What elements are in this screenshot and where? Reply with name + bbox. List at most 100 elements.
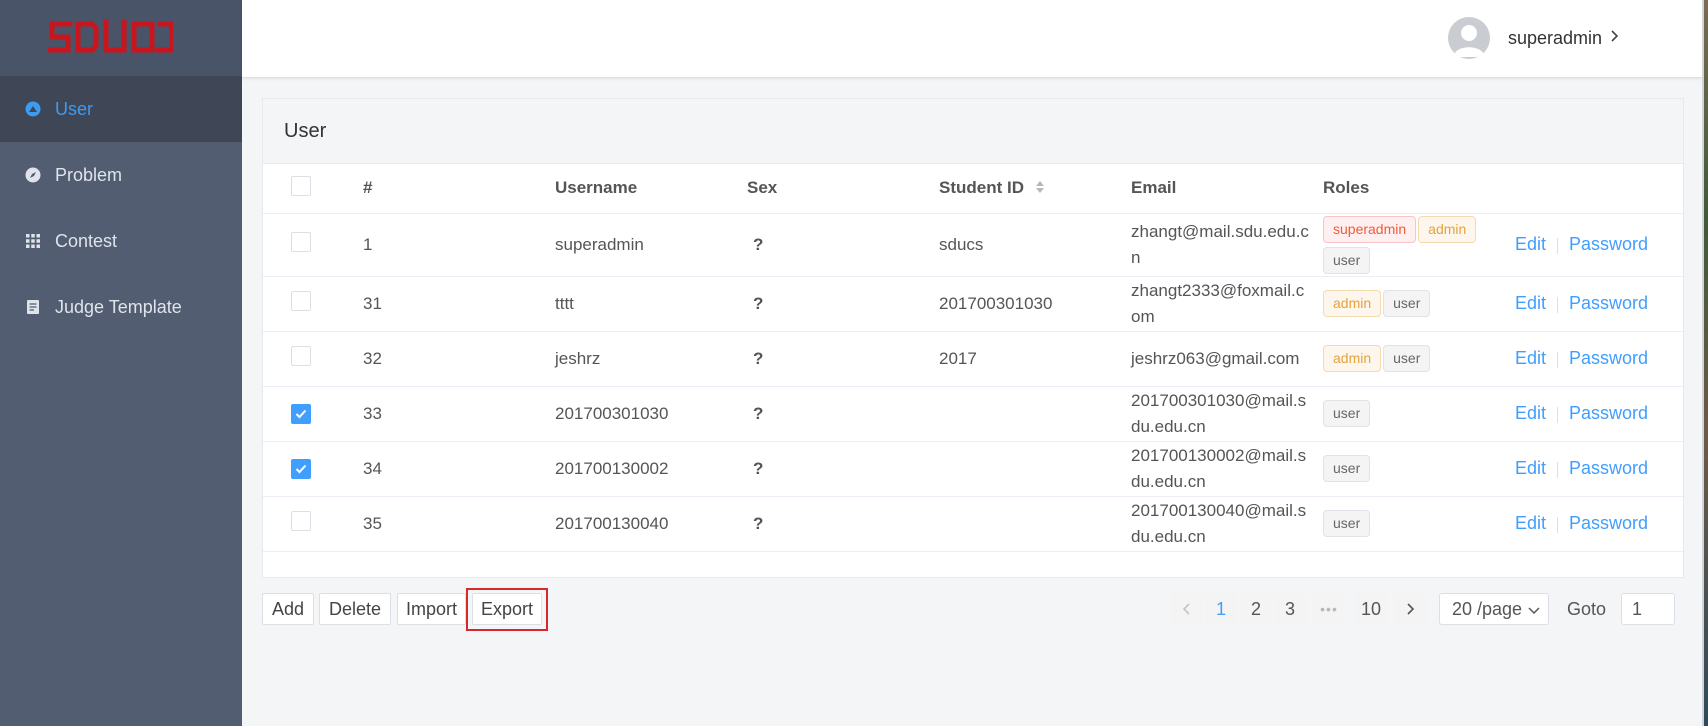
- table-row: 35 201700130040? 201700130040@mail.sdu.edu…: [263, 496, 1685, 552]
- sduoj-logo[interactable]: [48, 18, 173, 56]
- select-all-cell: [263, 164, 363, 214]
- cell-student-id: [939, 386, 1131, 442]
- action-divider: [1557, 296, 1559, 313]
- cell-student-id: [939, 496, 1131, 552]
- edit-link[interactable]: Edit: [1515, 348, 1546, 368]
- row-checkbox[interactable]: [291, 291, 311, 311]
- sidebar: User Problem Contest Judge Template: [0, 0, 242, 726]
- chevron-left-icon: [1182, 603, 1190, 615]
- role-tag-user: user: [1323, 246, 1371, 274]
- action-divider: [1557, 516, 1559, 533]
- cell-sex: ?: [747, 386, 939, 442]
- sidebar-item-contest[interactable]: Contest: [0, 208, 242, 274]
- sidebar-item-problem[interactable]: Problem: [0, 142, 242, 208]
- cell-student-id: 201700301030: [939, 276, 1131, 332]
- cell-index: 33: [363, 386, 555, 442]
- password-link[interactable]: Password: [1569, 234, 1648, 254]
- page-2-button[interactable]: 2: [1240, 593, 1272, 625]
- table-row: 1 superadmin? sducs zhangt@mail.sdu.edu.cn s…: [263, 213, 1685, 277]
- prev-page-button[interactable]: [1171, 593, 1203, 625]
- cell-roles: admin user: [1323, 276, 1515, 332]
- edit-link[interactable]: Edit: [1515, 293, 1546, 313]
- cell-index: 32: [363, 331, 555, 387]
- chevron-down-icon: [1528, 599, 1540, 620]
- table-row: 31 tttt? 201700301030 zhangt2333@foxmail.co…: [263, 276, 1685, 332]
- cell-username: 201700130040: [555, 496, 747, 552]
- cell-username: 201700130002: [555, 441, 747, 497]
- edit-link[interactable]: Edit: [1515, 513, 1546, 533]
- cell-sex: ?: [747, 276, 939, 332]
- cell-roles: user: [1323, 441, 1515, 497]
- sort-icon[interactable]: [1035, 179, 1045, 199]
- sidebar-item-label: Problem: [55, 164, 123, 185]
- role-tag-user: user: [1383, 290, 1431, 317]
- edit-link[interactable]: Edit: [1515, 234, 1546, 254]
- password-link[interactable]: Password: [1569, 293, 1648, 313]
- row-checkbox[interactable]: [291, 346, 311, 366]
- sidebar-item-label: Contest: [55, 230, 118, 251]
- user-menu[interactable]: superadmin: [1448, 17, 1620, 59]
- role-tag-user: user: [1323, 400, 1371, 427]
- row-checkbox-checked[interactable]: [291, 458, 311, 479]
- select-all-checkbox[interactable]: [291, 175, 311, 196]
- next-page-button[interactable]: [1394, 593, 1426, 625]
- column-header-index: #: [363, 164, 555, 214]
- table-header-row: # Username Sex Student ID Email Roles: [263, 164, 1685, 214]
- sidebar-item-judge-template[interactable]: Judge Template: [0, 274, 242, 340]
- cell-sex: ?: [747, 496, 939, 552]
- password-link[interactable]: Password: [1569, 348, 1648, 368]
- sidebar-item-user[interactable]: User: [0, 76, 242, 142]
- cell-sex: ?: [747, 213, 939, 277]
- row-checkbox-checked[interactable]: [291, 403, 311, 424]
- cell-email: 201700130040@mail.sdu.edu.cn: [1131, 496, 1323, 552]
- import-button[interactable]: Import: [397, 593, 466, 625]
- role-tag-user: user: [1323, 510, 1371, 537]
- export-button[interactable]: Export: [472, 593, 542, 625]
- column-header-email: Email: [1131, 164, 1323, 214]
- add-button[interactable]: Add: [262, 593, 314, 625]
- row-checkbox[interactable]: [291, 511, 311, 531]
- role-tag-admin: admin: [1323, 290, 1382, 317]
- avatar[interactable]: [1448, 17, 1490, 59]
- page-10-button[interactable]: 10: [1355, 593, 1388, 625]
- password-link[interactable]: Password: [1569, 403, 1648, 423]
- cell-roles: admin user: [1323, 331, 1515, 387]
- header-username[interactable]: superadmin: [1508, 28, 1602, 49]
- role-tag-admin: admin: [1418, 215, 1477, 243]
- page-size-value: 20 /page: [1452, 598, 1523, 619]
- column-header-label: Student ID: [939, 177, 1024, 197]
- goto-page-input[interactable]: [1621, 593, 1675, 625]
- page-size-select[interactable]: 20 /page: [1439, 593, 1549, 625]
- cell-username: jeshrz: [555, 331, 747, 387]
- user-table: # Username Sex Student ID Email Roles 1s…: [263, 164, 1685, 552]
- top-header: superadmin: [242, 0, 1708, 78]
- row-select-cell: [263, 331, 363, 387]
- edit-link[interactable]: Edit: [1515, 403, 1546, 423]
- page-3-button[interactable]: 3: [1274, 593, 1306, 625]
- table-row: 33 201700301030? 201700301030@mail.sdu.edu…: [263, 386, 1685, 442]
- row-select-cell: [263, 386, 363, 442]
- card-title: User: [263, 99, 1683, 164]
- cell-actions: Edit Password: [1515, 276, 1685, 332]
- column-header-student-id[interactable]: Student ID: [939, 164, 1131, 214]
- sidebar-item-label: User: [55, 98, 94, 119]
- row-select-cell: [263, 276, 363, 332]
- password-link[interactable]: Password: [1569, 458, 1648, 478]
- delete-button[interactable]: Delete: [319, 593, 391, 625]
- cell-email: 201700301030@mail.sdu.edu.cn: [1131, 386, 1323, 442]
- cell-actions: Edit Password: [1515, 213, 1685, 277]
- cell-roles: user: [1323, 496, 1515, 552]
- more-pages-ellipsis[interactable]: •••: [1313, 593, 1345, 625]
- password-link[interactable]: Password: [1569, 513, 1648, 533]
- role-tag-user: user: [1383, 345, 1431, 372]
- row-checkbox[interactable]: [291, 232, 311, 252]
- cell-actions: Edit Password: [1515, 386, 1685, 442]
- cell-index: 1: [363, 213, 555, 277]
- check-icon: [295, 464, 307, 473]
- cell-actions: Edit Password: [1515, 331, 1685, 387]
- page-1-button[interactable]: 1: [1205, 593, 1237, 625]
- column-header-sex: Sex: [747, 164, 939, 214]
- cell-username: tttt: [555, 276, 747, 332]
- edit-link[interactable]: Edit: [1515, 458, 1546, 478]
- user-circle-icon: [24, 100, 42, 118]
